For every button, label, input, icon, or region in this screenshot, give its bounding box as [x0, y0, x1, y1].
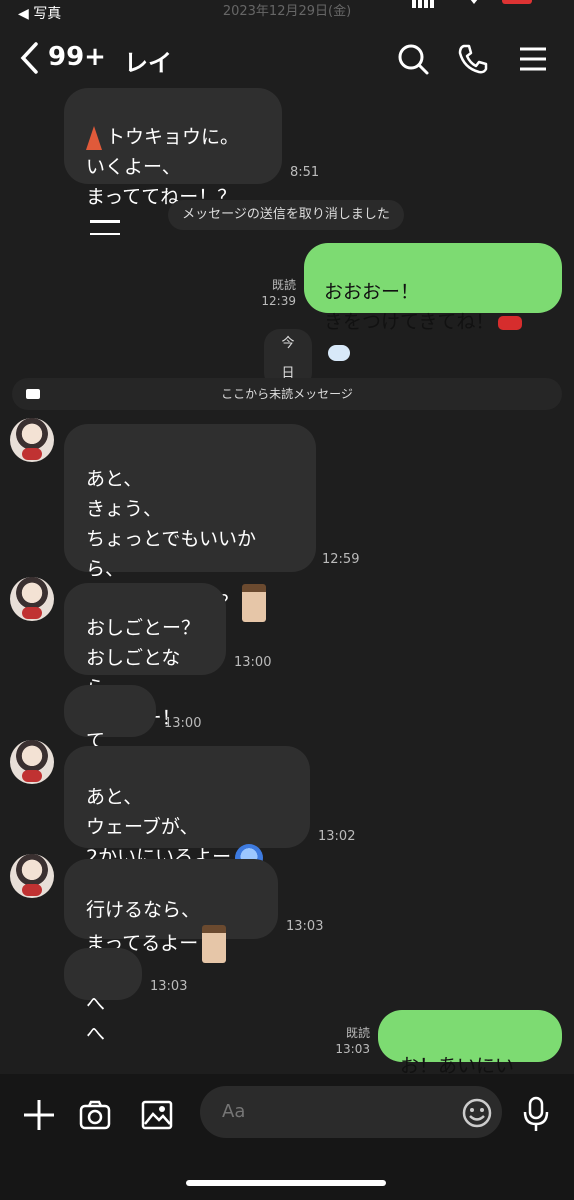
- message-bubble-incoming[interactable]: あと、 ウェーブが、 2かいにいるよー: [64, 746, 310, 902]
- signal-icon: [412, 0, 438, 8]
- avatar[interactable]: [10, 740, 54, 784]
- message-bubble-incoming[interactable]: 行けるなら、 まってるよー: [64, 859, 278, 994]
- back-to-app-link[interactable]: ◀ 写真: [18, 3, 61, 23]
- back-chevron-icon[interactable]: [18, 41, 40, 75]
- tag-icon: [26, 389, 40, 399]
- message-time: 13:03: [335, 1042, 370, 1056]
- message-bubble-outgoing[interactable]: おおおー！ きをつけてきてね！: [304, 243, 562, 361]
- car-emoji-icon: [498, 315, 523, 330]
- plus-icon[interactable]: [22, 1098, 56, 1132]
- message-time: 12:39: [261, 294, 296, 308]
- microphone-icon[interactable]: [522, 1096, 550, 1132]
- dash-emoji-icon: [328, 344, 350, 361]
- message-bubble-incoming[interactable]: あと、 きょう、 ちょっとでもいいから、 あいたいなー！？: [64, 424, 316, 645]
- message-time: 12:59: [322, 552, 360, 567]
- home-indicator: [186, 1180, 386, 1186]
- tokyo-tower-emoji-icon: [86, 125, 102, 150]
- emoji-icon[interactable]: [462, 1098, 492, 1128]
- message-text: トウキョウに。 いくよー、 まっててねー！？: [86, 126, 240, 208]
- sleeping-emoji-icon: [90, 220, 120, 235]
- message-bubble-outgoing[interactable]: お！あいにいく！: [378, 1010, 562, 1107]
- message-bubble-incoming[interactable]: トウキョウに。 いくよー、 まっててねー！？: [64, 88, 282, 235]
- system-notice: メッセージの送信を取り消しました: [168, 200, 404, 230]
- message-text: 行けるなら、 まってるよー: [86, 899, 201, 955]
- message-input[interactable]: [200, 1086, 502, 1138]
- message-time: 13:02: [318, 829, 356, 844]
- message-bubble-incoming[interactable]: てへ、: [64, 685, 156, 782]
- message-bubble-incoming[interactable]: おしごとー？ おしごとなら、 いいよー！: [64, 583, 226, 729]
- image-icon[interactable]: [140, 1098, 174, 1132]
- chat-header: 99+ レイ: [0, 28, 574, 90]
- avatar[interactable]: [10, 854, 54, 898]
- message-text: あと、 ウェーブが、 2かいにいるよー: [86, 786, 232, 868]
- message-time: 13:03: [286, 919, 324, 934]
- battery-icon: [502, 0, 532, 4]
- unread-divider: ここから未読メッセージ: [12, 378, 562, 410]
- unread-count[interactable]: 99+: [48, 42, 106, 72]
- man-sticker-icon: [242, 584, 267, 622]
- message-time: 8:51: [290, 165, 320, 180]
- message-text: おおおー！ きをつけてきてね！: [324, 281, 495, 333]
- search-icon[interactable]: [396, 42, 430, 76]
- unread-divider-label: ここから未読メッセージ: [221, 387, 353, 401]
- avatar[interactable]: [10, 577, 54, 621]
- contact-name[interactable]: レイ: [124, 43, 172, 78]
- status-bar: 2023年12月29日(金) ◀ 写真: [0, 0, 574, 24]
- wifi-icon: [466, 0, 482, 4]
- man-sticker-icon: [202, 925, 227, 963]
- message-time: 13:03: [150, 979, 188, 994]
- message-time: 13:00: [234, 655, 272, 670]
- menu-icon[interactable]: [516, 42, 550, 76]
- call-icon[interactable]: [456, 42, 490, 76]
- camera-icon[interactable]: [78, 1098, 112, 1132]
- avatar[interactable]: [10, 418, 54, 462]
- message-text: へへ: [86, 993, 106, 1045]
- message-time: 13:00: [164, 716, 202, 731]
- message-bubble-incoming[interactable]: へへ: [64, 948, 142, 1045]
- scrolling-date-label: 2023年12月29日(金): [222, 4, 352, 19]
